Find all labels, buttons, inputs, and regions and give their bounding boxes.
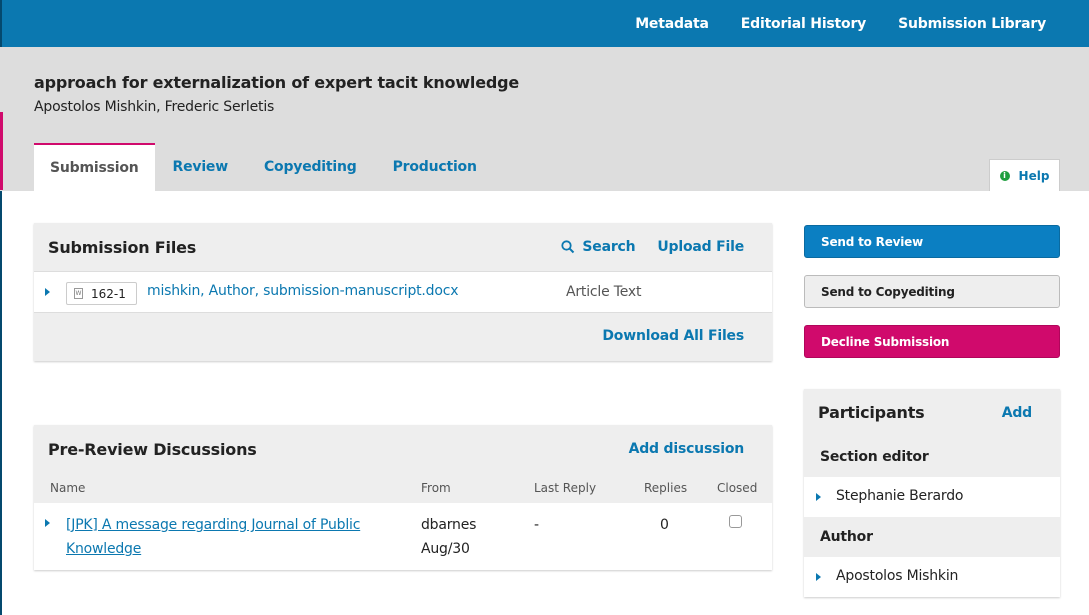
pre-review-discussions-panel: Pre-Review Discussions Add discussion Na… [34,425,772,570]
file-id-badge: W 162-1 [66,282,137,305]
participant-item[interactable]: Stephanie Berardo [804,477,1060,517]
submission-title: approach for externalization of expert t… [34,73,519,92]
top-navbar: Metadata Editorial History Submission Li… [0,0,1089,47]
discussion-subject-link[interactable]: [JPK] A message regarding Journal of Pub… [66,513,366,561]
add-participant-link[interactable]: Add [1002,405,1032,421]
expand-caret-icon[interactable] [45,288,50,296]
left-edge-strip [0,191,2,615]
workflow-tabs: Submission Review Copyediting Production [34,143,495,191]
panel-header: Participants Add [804,389,1060,437]
from-user: dbarnes [421,517,477,533]
expand-caret-icon[interactable] [816,493,821,501]
expand-caret-icon[interactable] [45,519,50,527]
column-name: Name [50,481,86,495]
panel-footer: Download All Files [34,313,772,361]
file-row: W 162-1 mishkin, Author, submission-manu… [34,271,772,313]
panel-header: Submission Files Search Upload File [34,223,772,271]
panel-title: Submission Files [48,237,197,257]
role-heading: Author [820,529,873,545]
last-reply: - [534,517,539,533]
download-all-files-link[interactable]: Download All Files [602,328,744,344]
tab-copyediting[interactable]: Copyediting [246,143,375,191]
file-type: Article Text [566,284,642,300]
search-label: Search [582,239,636,255]
file-name-link[interactable]: mishkin, Author, submission-manuscript.d… [147,283,459,299]
panel-header: Pre-Review Discussions Add discussion [34,425,772,473]
panel-actions: Add discussion [629,425,745,473]
active-section-marker [0,112,3,190]
top-nav-links: Metadata Editorial History Submission Li… [603,0,1046,47]
info-icon: i [999,170,1010,181]
role-heading: Section editor [820,449,929,465]
participant-item[interactable]: Apostolos Mishkin [804,557,1060,597]
search-files-link[interactable]: Search [561,239,636,255]
column-closed: Closed [717,481,758,495]
decline-submission-button[interactable]: Decline Submission [804,325,1060,358]
help-button[interactable]: i Help [989,159,1060,191]
column-from: From [421,481,451,495]
send-to-review-button[interactable]: Send to Review [804,225,1060,258]
submission-library-link[interactable]: Submission Library [898,16,1046,32]
closed-checkbox[interactable] [729,515,742,528]
from-date: Aug/30 [421,541,470,557]
editorial-history-link[interactable]: Editorial History [741,16,867,32]
panel-title: Pre-Review Discussions [48,439,257,459]
table-row: [JPK] A message regarding Journal of Pub… [34,503,772,570]
help-label: Help [1018,168,1050,183]
table-header: Name From Last Reply Replies Closed [34,473,772,503]
search-icon [561,240,575,254]
metadata-link[interactable]: Metadata [635,16,709,32]
file-id: 162-1 [91,286,126,301]
column-last-reply: Last Reply [534,481,597,495]
word-doc-icon: W [74,288,83,299]
tab-submission[interactable]: Submission [34,143,155,191]
panel-title: Participants [818,403,925,422]
submission-authors: Apostolos Mishkin, Frederic Serletis [34,99,275,115]
tab-review[interactable]: Review [155,143,246,191]
participants-panel: Participants Add Section editor Stephani… [804,389,1060,597]
upload-file-link[interactable]: Upload File [657,239,744,255]
add-discussion-link[interactable]: Add discussion [629,441,745,457]
expand-caret-icon[interactable] [816,573,821,581]
replies-count: 0 [660,517,669,533]
tab-production[interactable]: Production [375,143,495,191]
submission-files-panel: Submission Files Search Upload File W 16… [34,223,772,361]
participant-name: Apostolos Mishkin [836,568,959,584]
column-replies: Replies [644,481,688,495]
discussion-from: dbarnes Aug/30 [421,513,476,561]
panel-actions: Search Upload File [561,223,744,271]
participant-name: Stephanie Berardo [836,488,964,504]
left-edge-strip [0,0,2,47]
send-to-copyediting-button[interactable]: Send to Copyediting [804,275,1060,308]
main-content: Submission Files Search Upload File W 16… [0,191,1089,615]
